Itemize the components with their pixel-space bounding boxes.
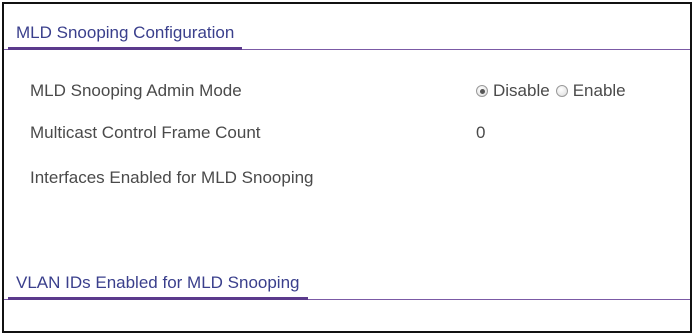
section-title: VLAN IDs Enabled for MLD Snooping bbox=[8, 273, 308, 300]
mld-snooping-configuration-header: MLD Snooping Configuration bbox=[4, 10, 690, 50]
frame-count-row: Multicast Control Frame Count 0 bbox=[4, 119, 690, 147]
interfaces-row: Interfaces Enabled for MLD Snooping bbox=[4, 164, 690, 192]
radio-enable-label[interactable]: Enable bbox=[573, 81, 626, 101]
radio-disable-label[interactable]: Disable bbox=[493, 81, 550, 101]
section-title: MLD Snooping Configuration bbox=[8, 23, 243, 50]
radio-disable-button[interactable] bbox=[476, 85, 488, 97]
frame-count-label: Multicast Control Frame Count bbox=[30, 123, 261, 142]
admin-mode-label: MLD Snooping Admin Mode bbox=[30, 81, 242, 100]
admin-mode-row: MLD Snooping Admin Mode Disable Enable bbox=[4, 77, 690, 105]
vlan-ids-header: VLAN IDs Enabled for MLD Snooping bbox=[4, 260, 690, 300]
interfaces-label: Interfaces Enabled for MLD Snooping bbox=[30, 168, 314, 187]
config-panel: MLD Snooping Configuration MLD Snooping … bbox=[2, 2, 692, 333]
radio-enable[interactable]: Enable bbox=[555, 81, 626, 101]
frame-count-value: 0 bbox=[476, 123, 486, 142]
radio-enable-button[interactable] bbox=[555, 85, 568, 97]
admin-mode-radio-group: Disable Enable bbox=[476, 77, 626, 105]
radio-disable[interactable]: Disable bbox=[476, 81, 550, 101]
